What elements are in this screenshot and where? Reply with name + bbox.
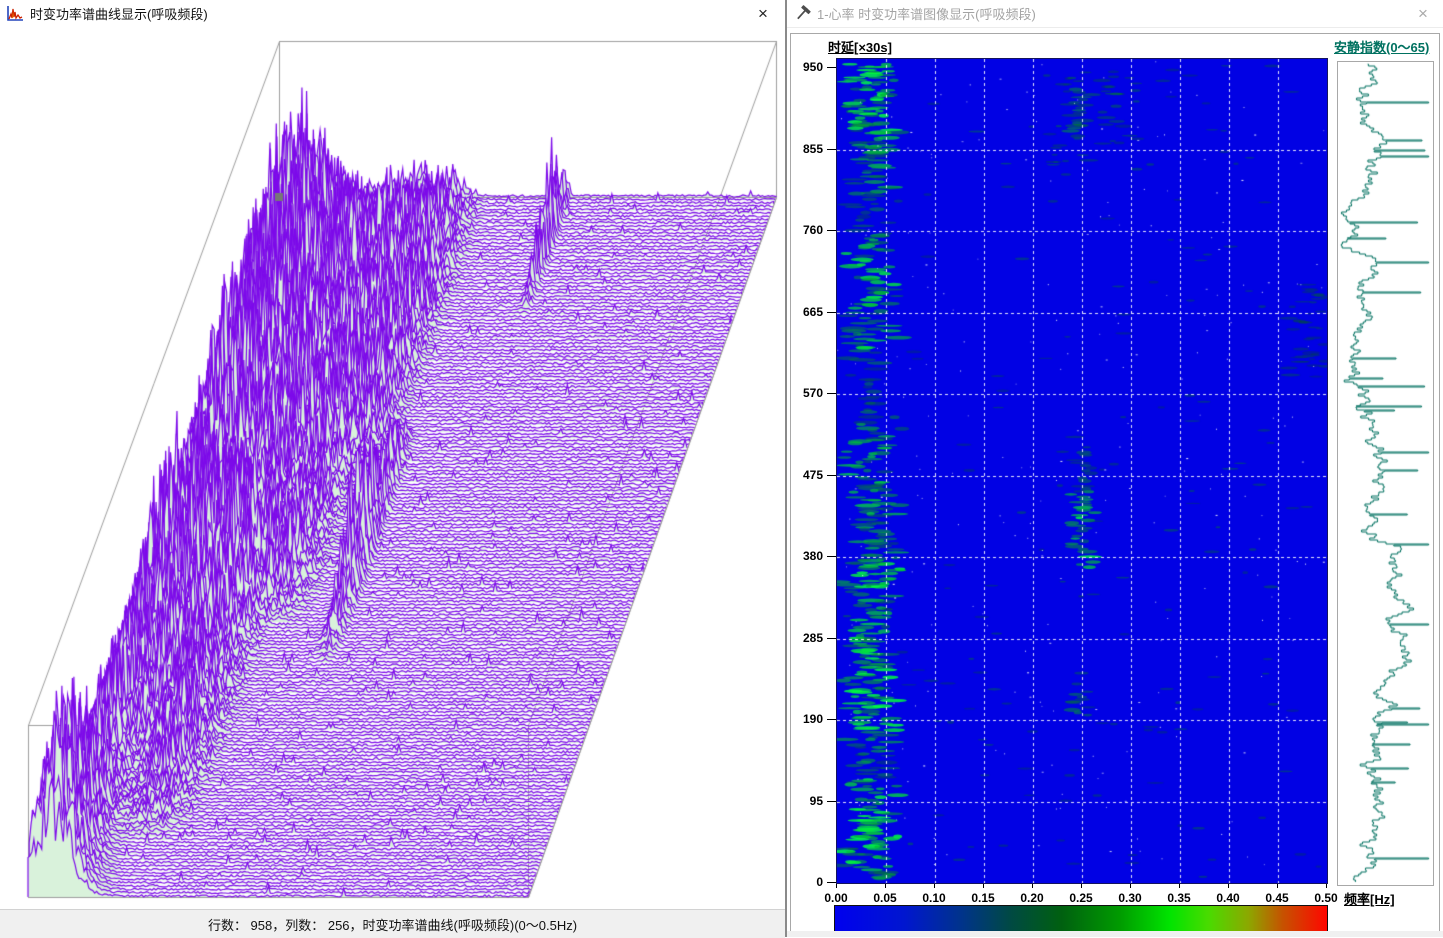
y-axis-label: 时延[×30s] xyxy=(828,40,892,55)
hammer-icon xyxy=(797,5,811,20)
y-tick-label: 950 xyxy=(802,60,823,74)
y-tick-label: 190 xyxy=(802,712,823,726)
x-tick-label: 0.10 xyxy=(922,891,946,905)
y-tick-mark xyxy=(827,882,836,883)
y-tick-label: 0 xyxy=(816,875,823,889)
waterfall-plot xyxy=(0,0,785,910)
x-tick-label: 0.20 xyxy=(1020,891,1044,905)
y-tick-mark xyxy=(827,474,836,476)
quiet-index-label: 安静指数(0～65) xyxy=(1334,40,1430,55)
right-bottom-strip xyxy=(787,931,1443,937)
x-tick-label: 0.00 xyxy=(824,891,848,905)
right-titlebar[interactable]: 1-心率 时变功率谱图像显示(呼吸频段) xyxy=(787,0,1443,28)
x-tick-label: 0.45 xyxy=(1265,891,1289,905)
window-title: 时变功率谱曲线显示(呼吸频段) xyxy=(30,7,208,22)
status-bar: 行数： 958，列数： 256，时变功率谱曲线(呼吸频段)(0～0.5Hz) xyxy=(0,909,785,938)
close-icon[interactable]: × xyxy=(1411,2,1435,24)
x-tick-label: 0.05 xyxy=(873,891,897,905)
y-tick-label: 570 xyxy=(802,386,823,400)
y-tick-label: 285 xyxy=(802,630,823,645)
spectrum-icon xyxy=(7,6,23,21)
y-tick-label: 760 xyxy=(802,223,823,237)
window-title: 1-心率 时变功率谱图像显示(呼吸频段) xyxy=(817,7,1036,22)
y-tick-label: 665 xyxy=(802,304,823,319)
x-tick-label: 0.50 xyxy=(1314,891,1338,905)
left-titlebar[interactable]: 时变功率谱曲线显示(呼吸频段) xyxy=(0,0,785,27)
y-tick-mark xyxy=(827,800,836,802)
x-tick-label: 0.15 xyxy=(971,891,995,905)
y-tick-mark xyxy=(827,230,836,231)
x-axis-label: 频率[Hz] xyxy=(1344,892,1395,907)
y-tick-label: 380 xyxy=(802,549,823,563)
y-tick-label: 95 xyxy=(809,793,823,808)
status-text: 行数： 958，列数： 256，时变功率谱曲线(呼吸频段)(0～0.5Hz) xyxy=(207,917,578,933)
y-tick-mark xyxy=(827,637,836,639)
y-tick-mark xyxy=(827,556,836,557)
y-tick-mark xyxy=(827,719,836,720)
y-tick-mark xyxy=(827,311,836,313)
y-tick-mark xyxy=(827,67,836,68)
waterfall-window: 时变功率谱曲线显示(呼吸频段) × 行数： 958，列数： 256，时变功率谱曲… xyxy=(0,0,785,938)
y-tick-mark xyxy=(827,148,836,150)
y-tick-label: 475 xyxy=(802,467,823,482)
y-tick-label: 855 xyxy=(802,141,823,156)
x-tick-label: 0.40 xyxy=(1216,891,1240,905)
spectrogram-content: 时延[×30s] 频率[Hz] 安静指数(0～65) 950 855 760 665 5… xyxy=(790,33,1440,932)
close-icon[interactable]: × xyxy=(751,2,775,24)
quiet-index-trace xyxy=(1338,62,1433,885)
colorbar xyxy=(834,905,1328,932)
x-tick-label: 0.30 xyxy=(1118,891,1142,905)
quiet-index-panel xyxy=(1337,61,1434,886)
x-tick-label: 0.25 xyxy=(1069,891,1093,905)
x-tick-label: 0.35 xyxy=(1167,891,1191,905)
y-tick-mark xyxy=(827,393,836,394)
spectrogram-heatmap xyxy=(836,58,1328,884)
spectrogram-window: 1-心率 时变功率谱图像显示(呼吸频段) × 时延[×30s] 频率[Hz] 安… xyxy=(787,0,1443,937)
